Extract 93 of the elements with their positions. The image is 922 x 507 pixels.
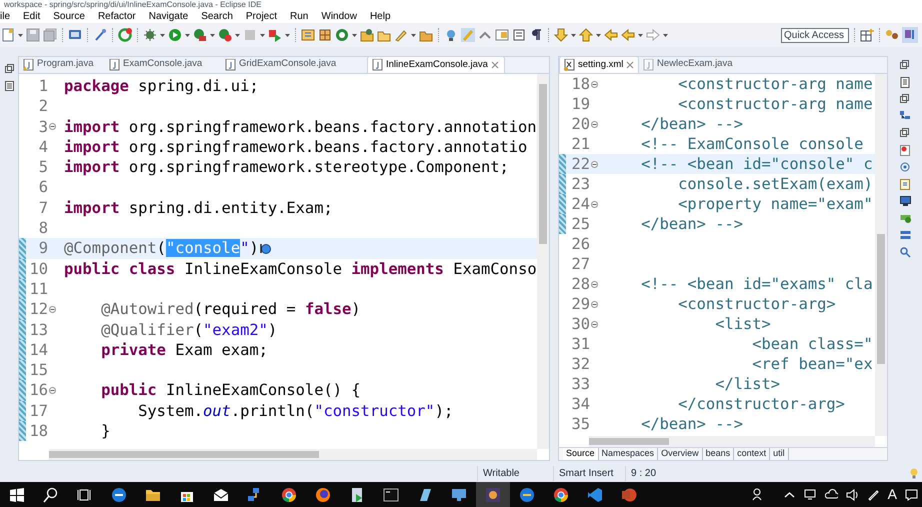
code-line: <ref bean="ex [751,354,873,374]
menu-item[interactable]: Navigate [148,8,188,24]
line-number: 31 [570,334,590,354]
code-line: <constructor-arg name [677,74,873,94]
editor-page-tab[interactable]: Namespaces [598,448,658,460]
code-line: console.setExam(exam) [677,174,873,194]
line-number: 17 [28,400,48,422]
line-number: 20 [570,114,590,134]
line-number: 28 [570,274,590,294]
menu-item[interactable]: Source [53,8,85,24]
line-number: 8 [38,218,48,238]
line-number: 9 [38,238,48,259]
line-number: 7 [38,198,48,218]
editor-page-tab[interactable]: Source [563,448,599,460]
editor-tab[interactable]: ExamConsole.java [105,56,221,73]
code-line: import spring.di.entity.Exam; [64,198,333,218]
code-line: <!-- ExamConsole console [640,134,864,154]
code-line: </list> [714,374,780,394]
line-number: 34 [570,394,590,414]
menu-item[interactable]: Edit [23,8,40,24]
line-number: 26 [570,234,590,254]
code-line: import org.springframework.beans.factory.annotatio [64,136,528,158]
menu-item[interactable]: Window [321,8,357,24]
window-title: workspace - spring/src/spring/di/ui/InlineExamConsole.java - Eclipse IDE [3,0,262,9]
line-number: 29 [570,294,590,314]
line-number: 23 [570,174,590,194]
editor-tab[interactable]: InlineExamConsole.java [367,56,505,73]
code-line: <constructor-arg> [677,294,836,314]
editor-page-tab[interactable]: context [734,448,770,460]
editor-page-tab[interactable]: Overview [658,448,703,460]
code-line: @Autowired(required = false) [100,299,361,320]
code-line: <property name="exam" [677,194,873,214]
code-line: import org.springframework.stereotype.Component; [64,157,509,178]
menu-item[interactable]: Help [370,8,391,24]
line-number: 14 [28,340,48,360]
editor-tab[interactable]: GridExamConsole.java [221,56,367,73]
menu-item[interactable]: Run [290,8,308,24]
line-number: 18 [570,74,590,94]
line-number: 10 [28,258,48,279]
menu-item[interactable]: ile [0,8,10,24]
line-number: 2 [38,96,48,117]
code-line: private Exam exam; [100,340,268,360]
code-line: @Component("console") [64,238,259,259]
line-number: 6 [38,177,48,198]
line-number: 12 [28,299,48,320]
line-number: 15 [28,360,48,380]
code-line: <bean class=" [751,334,873,354]
code-line: import org.springframework.beans.factory.annotation [64,116,537,137]
line-number: 5 [38,157,48,178]
editor-tab[interactable]: setting.xml [559,56,639,73]
code-line: System.out.println("constructor"); [137,400,454,422]
status-text: Smart Insert [553,466,625,481]
code-line: </constructor-arg> [677,394,845,414]
line-number: 22 [570,154,590,174]
code-line: <list> [714,314,771,334]
line-number: 33 [570,374,590,394]
code-line: public InlineExamConsole() { [100,380,361,401]
editor-tab[interactable]: NewlecExam.java [639,56,739,73]
line-number: 16 [28,380,48,401]
code-line: public class InlineExamConsole implements ExamConso [64,258,537,279]
menu-item[interactable]: Refactor [98,8,136,24]
code-line: <constructor-arg name [677,94,873,114]
quick-access-field[interactable]: Quick Access [781,28,849,42]
line-number: 1 [38,76,48,96]
line-number: 35 [570,414,590,434]
editor-page-tab[interactable]: beans [702,448,734,460]
code-line: } [100,421,110,442]
line-number: 19 [570,94,590,114]
status-text: Writable [477,466,553,481]
line-number: 24 [570,194,590,214]
line-number: 18 [28,421,48,442]
line-number: 25 [570,214,590,234]
line-number: 27 [570,254,590,274]
editor-tab[interactable]: Program.java [19,56,105,73]
line-number: 4 [38,136,48,158]
line-number: 30 [570,314,590,334]
status-text: 9 : 20 [625,466,685,481]
code-line: package spring.di.ui; [64,76,259,96]
line-number: 11 [28,278,48,300]
line-number: 13 [28,320,48,340]
editor-page-tab[interactable]: util [770,448,789,460]
input-indicator[interactable]: A [884,484,901,505]
code-line: <!-- <bean id="console" c [640,154,873,174]
line-number: 3 [38,116,48,137]
code-line: @Qualifier("exam2") [100,320,278,340]
menu-item[interactable]: Search [201,8,233,24]
code-line: </bean> --> [640,114,743,134]
code-line: </bean> --> [640,214,743,234]
line-number: 32 [570,354,590,374]
code-line: <!-- <bean id="exams" cla [640,274,873,294]
menu-item[interactable]: Project [246,8,278,24]
line-number: 21 [570,134,590,154]
code-line: </bean> --> [640,414,743,434]
